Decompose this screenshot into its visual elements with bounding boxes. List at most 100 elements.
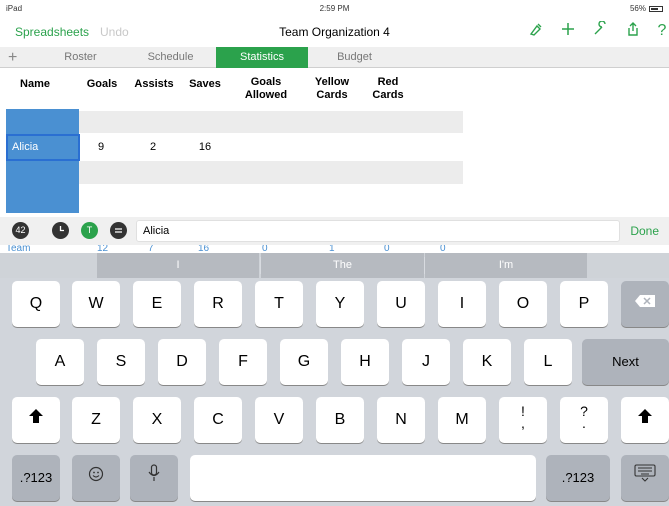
team-extra: 0: [440, 245, 446, 253]
team-assists: 7: [148, 245, 154, 253]
status-bar: iPad 2:59 PM 56%: [0, 0, 669, 17]
tab-roster[interactable]: Roster: [43, 47, 118, 68]
shift-key-left[interactable]: [12, 397, 60, 443]
clock: 2:59 PM: [319, 4, 350, 13]
header-name: Name: [20, 78, 50, 90]
battery-indicator: 56%: [630, 4, 663, 13]
share-icon[interactable]: [622, 21, 644, 41]
predictive-bar: I The I'm: [0, 253, 669, 278]
emoji-icon: [88, 455, 104, 501]
table-row[interactable]: [79, 111, 463, 133]
tab-statistics[interactable]: Statistics: [216, 47, 308, 68]
numbers-key-right[interactable]: .?123: [546, 455, 610, 501]
header-yellow-cards: Yellow Cards: [314, 76, 350, 101]
header-goals-allowed: Goals Allowed: [244, 76, 288, 101]
saves-cell[interactable]: 16: [190, 141, 220, 153]
team-saves: 16: [198, 245, 210, 253]
backspace-icon: [634, 281, 656, 327]
toolbar: Spreadsheets Undo Team Organization 4 ?: [0, 17, 669, 45]
key-s[interactable]: S: [97, 339, 145, 385]
sheet-tabs: + Roster Schedule Statistics Budget: [0, 47, 669, 68]
header-goals: Goals: [86, 78, 118, 90]
microphone-icon: [148, 455, 160, 501]
key-y[interactable]: Y: [316, 281, 364, 327]
team-red-cards: 0: [384, 245, 390, 253]
key-g[interactable]: G: [280, 339, 328, 385]
battery-icon: [649, 5, 663, 12]
clock-icon[interactable]: [52, 222, 69, 239]
dictation-key[interactable]: [130, 455, 178, 501]
key-r[interactable]: R: [194, 281, 242, 327]
key-q[interactable]: Q: [12, 281, 60, 327]
key-j[interactable]: J: [402, 339, 450, 385]
key-k[interactable]: K: [463, 339, 511, 385]
done-button[interactable]: Done: [630, 224, 659, 238]
shift-icon: [637, 397, 653, 443]
key-v[interactable]: V: [255, 397, 303, 443]
next-key[interactable]: Next: [582, 339, 669, 385]
key-l[interactable]: L: [524, 339, 572, 385]
prediction-2[interactable]: The: [261, 253, 424, 278]
key-a[interactable]: A: [36, 339, 84, 385]
key-i[interactable]: I: [438, 281, 486, 327]
space-key[interactable]: [190, 455, 536, 501]
key-comma-label: ,: [521, 415, 525, 431]
key-b[interactable]: B: [316, 397, 364, 443]
key-f[interactable]: F: [219, 339, 267, 385]
key-n[interactable]: N: [377, 397, 425, 443]
equals-icon[interactable]: [110, 222, 127, 239]
team-totals-row: Team 12 7 16 0 1 0 0: [0, 245, 669, 253]
brush-icon[interactable]: [525, 21, 547, 41]
shift-icon: [28, 397, 44, 443]
key-t[interactable]: T: [255, 281, 303, 327]
keyboard: I The I'm Q W E R T Y U I O P A S D F G …: [0, 253, 669, 506]
key-p[interactable]: P: [560, 281, 608, 327]
prediction-3[interactable]: I'm: [425, 253, 587, 278]
key-question-period[interactable]: ? .: [560, 397, 608, 443]
header-assists: Assists: [134, 78, 174, 90]
key-u[interactable]: U: [377, 281, 425, 327]
formula-bar: 42 T Alicia Done: [0, 217, 669, 245]
keyboard-dismiss-icon: [634, 455, 656, 501]
key-x[interactable]: X: [133, 397, 181, 443]
statistics-table: Alicia 9 2 16: [0, 109, 669, 213]
table-header: Name Goals Assists Saves Goals Allowed Y…: [0, 68, 669, 108]
key-d[interactable]: D: [158, 339, 206, 385]
shift-key-right[interactable]: [621, 397, 669, 443]
battery-percent: 56%: [629, 4, 646, 13]
team-yellow-cards: 1: [329, 245, 335, 253]
key-o[interactable]: O: [499, 281, 547, 327]
goals-cell[interactable]: 9: [86, 141, 116, 153]
cell-edit-field[interactable]: Alicia: [136, 220, 620, 242]
key-c[interactable]: C: [194, 397, 242, 443]
hide-keyboard-key[interactable]: [621, 455, 669, 501]
table-row[interactable]: [79, 161, 463, 184]
header-saves: Saves: [189, 78, 221, 90]
help-icon[interactable]: ?: [651, 21, 669, 41]
number-format-icon[interactable]: 42: [12, 222, 29, 239]
assists-cell[interactable]: 2: [138, 141, 168, 153]
key-w[interactable]: W: [72, 281, 120, 327]
key-period-label: .: [582, 415, 586, 431]
numbers-key-left[interactable]: .?123: [12, 455, 60, 501]
team-goals-allowed: 0: [262, 245, 268, 253]
name-column-selection[interactable]: [6, 109, 79, 213]
plus-icon[interactable]: [557, 21, 579, 41]
selected-name-cell[interactable]: Alicia: [6, 134, 80, 161]
text-format-icon[interactable]: T: [81, 222, 98, 239]
header-red-cards: Red Cards: [372, 76, 404, 101]
key-z[interactable]: Z: [72, 397, 120, 443]
tab-schedule[interactable]: Schedule: [133, 47, 208, 68]
key-exclaim-comma[interactable]: ! ,: [499, 397, 547, 443]
team-label: Team: [6, 245, 31, 253]
key-m[interactable]: M: [438, 397, 486, 443]
add-sheet-button[interactable]: +: [8, 47, 17, 68]
key-h[interactable]: H: [341, 339, 389, 385]
wrench-icon[interactable]: [589, 20, 611, 41]
tab-budget[interactable]: Budget: [317, 47, 392, 68]
emoji-key[interactable]: [72, 455, 120, 501]
backspace-key[interactable]: [621, 281, 669, 327]
key-e[interactable]: E: [133, 281, 181, 327]
team-goals: 12: [97, 245, 109, 253]
prediction-1[interactable]: I: [97, 253, 259, 278]
